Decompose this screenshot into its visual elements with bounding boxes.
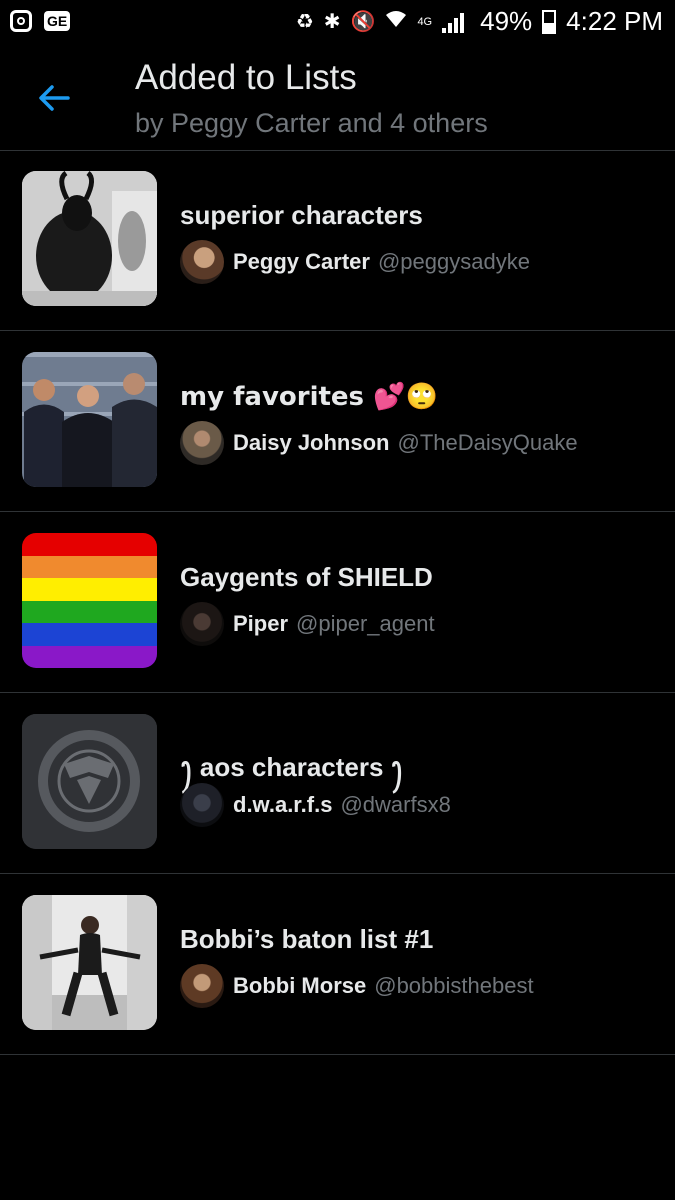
owner-name: Peggy Carter	[233, 249, 370, 274]
rainbow-stripe	[22, 645, 157, 668]
owner-name: d.w.a.r.f.s	[233, 792, 333, 817]
owner-handle: @bobbisthebest	[374, 973, 534, 998]
list-name: superior characters	[180, 200, 423, 230]
battery-percent: 49%	[480, 6, 533, 36]
status-bar: GE ♻ ✱ 🔇 4G 49% 4:22 PM	[0, 0, 675, 48]
lists-container: superior characters Peggy Carter @peggys…	[0, 150, 675, 1055]
owner-handle: @piper_agent	[296, 611, 435, 636]
rainbow-stripe	[22, 555, 157, 578]
list-owner[interactable]: Bobbi Morse @bobbisthebest	[180, 964, 534, 1008]
recycle-icon: ♻	[295, 11, 314, 33]
list-item[interactable]: superior characters Peggy Carter @peggys…	[0, 150, 675, 331]
network-type: 4G	[417, 15, 433, 28]
list-owner[interactable]: Peggy Carter @peggysadyke	[180, 240, 530, 284]
list-item[interactable]: Gaygents of SHIELD Piper @piper_agent	[0, 512, 675, 693]
list-name: Gaygents of SHIELD	[180, 562, 433, 592]
owner-name: Piper	[233, 611, 289, 636]
page-subtitle: by Peggy Carter and 4 others	[135, 108, 488, 138]
group-photo-thumbnail	[22, 352, 157, 487]
avatar	[180, 421, 224, 465]
owner-handle: @TheDaisyQuake	[397, 430, 578, 455]
clock: 4:22 PM	[566, 6, 663, 36]
list-name: Bobbi’s baton list #1	[180, 924, 434, 954]
list-owner[interactable]: d.w.a.r.f.s @dwarfsx8	[180, 783, 451, 827]
rainbow-stripe	[22, 623, 157, 646]
goat-photo-thumbnail	[22, 171, 157, 306]
mute-icon: 🔇	[350, 11, 376, 33]
avatar	[180, 602, 224, 646]
back-button[interactable]	[34, 78, 74, 118]
signal-icon	[442, 11, 470, 33]
shield-logo-thumbnail	[22, 714, 157, 849]
rainbow-stripe	[22, 600, 157, 623]
wifi-icon	[385, 9, 407, 35]
owner-name: Daisy Johnson	[233, 430, 390, 455]
arrow-left-icon	[39, 85, 70, 111]
list-owner[interactable]: Piper @piper_agent	[180, 602, 435, 646]
rainbow-flag-thumbnail	[22, 533, 157, 668]
instagram-icon	[10, 10, 32, 32]
avatar	[180, 240, 224, 284]
avatar	[180, 783, 224, 827]
page-header: Added to Lists by Peggy Carter and 4 oth…	[0, 48, 675, 151]
owner-handle: @peggysadyke	[377, 249, 530, 274]
baton-photo-thumbnail	[22, 895, 157, 1030]
list-item[interactable]: Bobbi’s baton list #1 Bobbi Morse @bobbi…	[0, 874, 675, 1055]
page-title: Added to Lists	[135, 58, 357, 97]
list-owner[interactable]: Daisy Johnson @TheDaisyQuake	[180, 421, 578, 465]
list-item[interactable]: my favorites 💕🙄 Daisy Johnson @TheDaisyQ…	[0, 331, 675, 512]
list-item[interactable]: ꫂ aos characters ꫂ d.w.a.r.f.s @dwarfsx8	[0, 693, 675, 874]
owner-handle: @dwarfsx8	[340, 792, 451, 817]
battery-icon	[542, 9, 557, 34]
ge-icon: GE	[44, 11, 71, 31]
avatar	[180, 964, 224, 1008]
bluetooth-icon: ✱	[323, 11, 341, 33]
list-name: my favorites 💕🙄	[180, 382, 438, 412]
rainbow-stripe	[22, 578, 157, 601]
rainbow-stripe	[22, 533, 157, 556]
owner-name: Bobbi Morse	[233, 973, 367, 998]
